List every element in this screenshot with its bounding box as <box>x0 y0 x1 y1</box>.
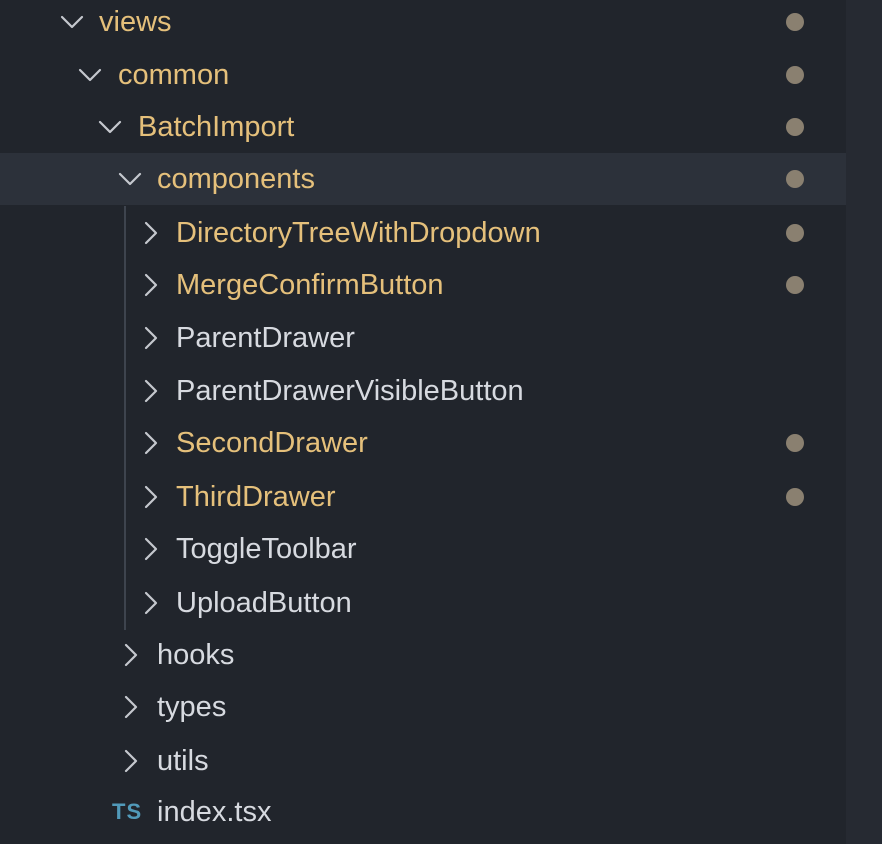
tree-item-label: MergeConfirmButton <box>176 269 444 301</box>
tree-item-label: common <box>118 59 230 91</box>
tree-item-seconddrawer[interactable]: SecondDrawer <box>0 417 846 469</box>
chevron-right-icon <box>132 425 168 461</box>
tree-item-label: index.tsx <box>157 796 272 828</box>
chevron-down-icon <box>92 109 128 145</box>
tree-item-batchimport[interactable]: BatchImport <box>0 101 846 153</box>
tree-item-views[interactable]: views <box>0 0 846 48</box>
tree-item-label: ParentDrawerVisibleButton <box>176 375 524 407</box>
tree-item-hooks[interactable]: hooks <box>0 629 846 681</box>
tree-item-thirddrawer[interactable]: ThirdDrawer <box>0 471 846 523</box>
chevron-right-icon <box>112 743 148 779</box>
tree-item-label: ThirdDrawer <box>176 481 336 513</box>
chevron-right-icon <box>112 637 148 673</box>
chevron-down-icon <box>72 57 108 93</box>
chevron-right-icon <box>132 531 168 567</box>
tree-item-label: BatchImport <box>138 111 295 143</box>
modified-indicator <box>786 118 804 136</box>
tree-item-uploadbutton[interactable]: UploadButton <box>0 577 846 629</box>
tree-item-common[interactable]: common <box>0 49 846 101</box>
tree-item-label: SecondDrawer <box>176 427 368 459</box>
file-explorer: views common BatchImport components Dire… <box>0 0 846 844</box>
chevron-right-icon <box>132 267 168 303</box>
tree-item-index-tsx[interactable]: TS index.tsx <box>0 786 846 838</box>
chevron-right-icon <box>132 479 168 515</box>
tree-item-utils[interactable]: utils <box>0 735 846 787</box>
tree-item-components[interactable]: components <box>0 153 846 205</box>
tree-item-label: types <box>157 691 227 723</box>
tree-item-label: UploadButton <box>176 587 352 619</box>
tree-item-directorytreewithdropdown[interactable]: DirectoryTreeWithDropdown <box>0 207 846 259</box>
tree-item-label: hooks <box>157 639 235 671</box>
tree-item-label: components <box>157 163 315 195</box>
modified-indicator <box>786 488 804 506</box>
chevron-right-icon <box>132 215 168 251</box>
tree-item-label: DirectoryTreeWithDropdown <box>176 217 541 249</box>
chevron-down-icon <box>112 161 148 197</box>
chevron-right-icon <box>132 373 168 409</box>
modified-indicator <box>786 66 804 84</box>
tree-item-label: ParentDrawer <box>176 322 355 354</box>
modified-indicator <box>786 434 804 452</box>
modified-indicator <box>786 170 804 188</box>
tree-item-mergeconfirmbutton[interactable]: MergeConfirmButton <box>0 259 846 311</box>
scrollbar-track[interactable] <box>846 0 882 844</box>
tree-item-types[interactable]: types <box>0 681 846 733</box>
chevron-right-icon <box>112 689 148 725</box>
tree-item-toggletoolbar[interactable]: ToggleToolbar <box>0 523 846 575</box>
typescript-file-icon: TS <box>112 799 143 824</box>
chevron-right-icon <box>132 585 168 621</box>
chevron-down-icon <box>54 4 90 40</box>
tree-item-label: utils <box>157 745 209 777</box>
tree-item-label: views <box>99 6 172 38</box>
modified-indicator <box>786 13 804 31</box>
tree-item-parentdrawer[interactable]: ParentDrawer <box>0 312 846 364</box>
modified-indicator <box>786 276 804 294</box>
chevron-right-icon <box>132 320 168 356</box>
tree-item-parentdrawervisiblebutton[interactable]: ParentDrawerVisibleButton <box>0 365 846 417</box>
modified-indicator <box>786 224 804 242</box>
tree-item-label: ToggleToolbar <box>176 533 357 565</box>
